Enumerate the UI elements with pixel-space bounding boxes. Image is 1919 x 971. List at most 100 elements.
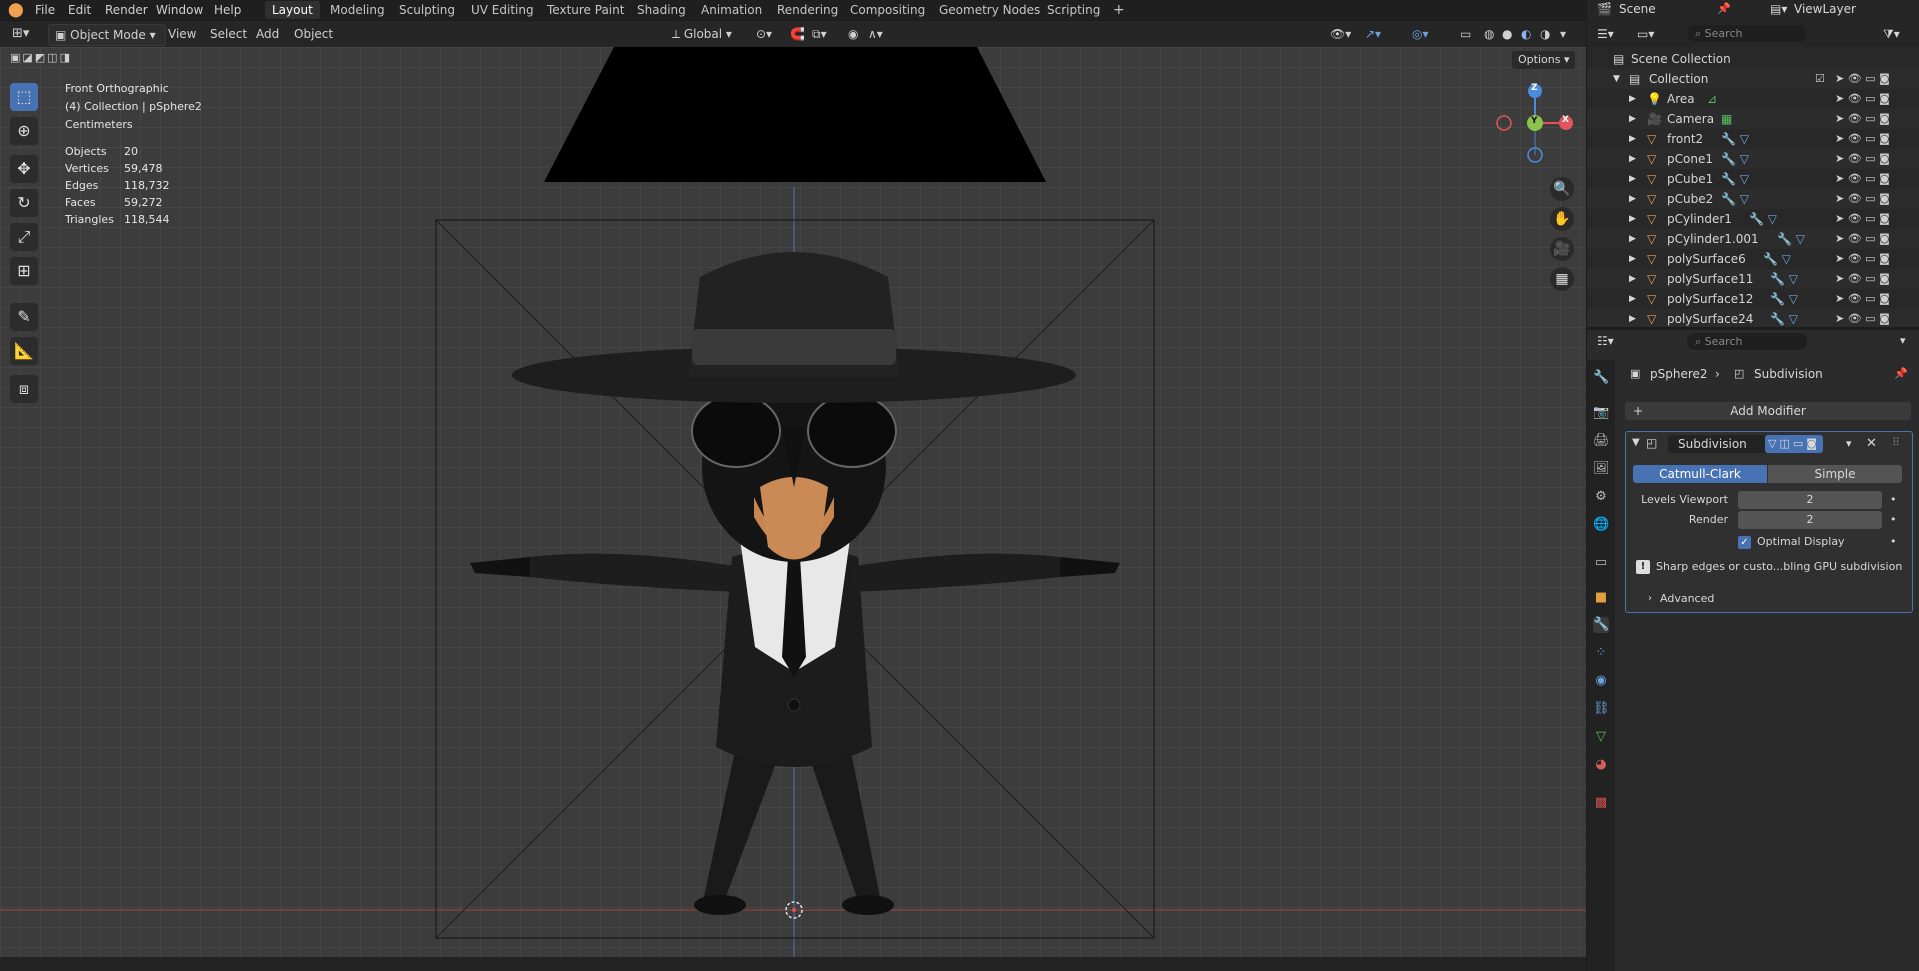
outliner-row-object[interactable]: ▶ ▽ pCube2 🔧 ▽ ➤ 👁 ▭ ◙ xyxy=(1587,189,1919,209)
properties-search-input[interactable]: ⌕ Search xyxy=(1687,333,1807,350)
checkbox-icon[interactable]: ☑ xyxy=(1815,69,1825,89)
visibility-icons[interactable]: ➤ 👁 ▭ ◙ xyxy=(1835,309,1890,327)
catmull-clark-button[interactable]: Catmull-Clark xyxy=(1633,465,1767,483)
pin-icon[interactable]: 📌 xyxy=(1894,367,1908,380)
texture-tab-icon[interactable]: ▩ xyxy=(1593,795,1609,811)
outliner-row-object[interactable]: ▶ ▽ polySurface6 🔧 ▽ ➤ 👁 ▭ ◙ xyxy=(1587,249,1919,269)
modifier-dropdown-icon[interactable]: ▾ xyxy=(1846,437,1852,450)
visibility-icons[interactable]: ➤ 👁 ▭ ◙ xyxy=(1835,189,1890,209)
snap-icon[interactable]: 🧲 xyxy=(790,24,805,44)
shading-material-icon[interactable]: ◐ xyxy=(1521,24,1531,44)
gizmo-y-label[interactable]: Y xyxy=(1531,116,1538,126)
modifier-and-mesh-data-icon[interactable]: 🔧 ▽ xyxy=(1777,229,1805,249)
menu-file[interactable]: File xyxy=(35,0,55,20)
pivot-point-icon[interactable]: ⊙▾ xyxy=(756,24,772,44)
data-tab-icon[interactable]: ▽ xyxy=(1593,729,1609,745)
scene-icon[interactable]: 🎬 xyxy=(1597,2,1612,16)
menu-object[interactable]: Object xyxy=(294,24,333,44)
expand-arrow-icon[interactable]: ▼ xyxy=(1613,69,1620,89)
outliner-editor-icon[interactable]: ☰▾ xyxy=(1597,27,1614,41)
outliner-row-object[interactable]: ▶ ▽ polySurface24 🔧 ▽ ➤ 👁 ▭ ◙ xyxy=(1587,309,1919,327)
scale-tool-icon[interactable]: ⤢ xyxy=(10,223,38,251)
modifier-tab-icon[interactable]: 🔧 xyxy=(1593,617,1609,633)
modifier-display-toggles-icon[interactable]: ▽◫▭◙ xyxy=(1765,435,1823,453)
select-mode-icons[interactable]: ▣◪◩◫◨ xyxy=(10,51,100,67)
3d-viewport[interactable]: Z X Y ▣◪◩◫◨ ⬚ ⊕ ✥ ↻ ⤢ ⊞ ✎ 📐 ⧈ Front Orth… xyxy=(0,47,1586,957)
physics-tab-icon[interactable]: ◉ xyxy=(1593,673,1609,689)
shading-rendered-icon[interactable]: ◑ xyxy=(1540,24,1550,44)
gizmo-z-label[interactable]: Z xyxy=(1531,83,1538,93)
view-layer-icon[interactable]: ▤▾ xyxy=(1770,2,1787,16)
simple-button[interactable]: Simple xyxy=(1768,465,1902,483)
menu-view[interactable]: View xyxy=(168,24,196,44)
object-tab-icon[interactable]: ■ xyxy=(1593,590,1609,606)
collection-tab-icon[interactable]: ▭ xyxy=(1593,555,1609,571)
tab-shading[interactable]: Shading xyxy=(630,1,693,19)
add-cube-tool-icon[interactable]: ⧈ xyxy=(10,375,38,403)
outliner-row-object[interactable]: ▶ 💡 Area ⊿ ➤ 👁 ▭ ◙ xyxy=(1587,89,1919,109)
close-icon[interactable]: ✕ xyxy=(1866,436,1877,451)
view-layer-tab-icon[interactable]: 🖼 xyxy=(1593,461,1610,477)
overlay-toggle-icon[interactable]: ◎▾ xyxy=(1412,24,1429,44)
render-levels-field[interactable]: 2 xyxy=(1738,511,1882,529)
scene-name[interactable]: Scene xyxy=(1619,2,1656,16)
expand-arrow-icon[interactable]: ▶ xyxy=(1629,169,1636,189)
visibility-icon[interactable]: 👁▾ xyxy=(1330,24,1351,44)
proportional-edit-icon[interactable]: ◉ xyxy=(848,24,858,44)
tab-rendering[interactable]: Rendering xyxy=(770,1,845,19)
tool-tab-icon[interactable]: 🔧 xyxy=(1593,370,1609,386)
visibility-icons[interactable]: ➤ 👁 ▭ ◙ xyxy=(1835,129,1890,149)
camera-view-icon[interactable]: 🎥 xyxy=(1550,237,1574,261)
keyframe-dot-icon[interactable]: • xyxy=(1890,491,1897,509)
expand-arrow-icon[interactable]: ▶ xyxy=(1629,189,1636,209)
menu-edit[interactable]: Edit xyxy=(68,0,91,20)
object-data-icon[interactable]: ⊿ xyxy=(1707,89,1717,109)
optimal-display-checkbox[interactable]: ✓ xyxy=(1738,536,1751,549)
properties-editor-icon[interactable]: ☷▾ xyxy=(1597,334,1614,348)
visibility-icons[interactable]: ➤ 👁 ▭ ◙ xyxy=(1835,69,1890,89)
visibility-icons[interactable]: ➤ 👁 ▭ ◙ xyxy=(1835,269,1890,289)
collapse-arrow-icon[interactable]: ▼ xyxy=(1632,437,1640,448)
display-mode-icon[interactable]: ▭▾ xyxy=(1637,27,1654,41)
rotate-tool-icon[interactable]: ↻ xyxy=(10,189,38,217)
expand-arrow-icon[interactable]: ▶ xyxy=(1629,229,1636,249)
view-layer-name[interactable]: ViewLayer xyxy=(1794,2,1856,16)
shading-options-icon[interactable]: ▾ xyxy=(1560,24,1566,44)
visibility-icons[interactable]: ➤ 👁 ▭ ◙ xyxy=(1835,209,1890,229)
tab-geometry-nodes[interactable]: Geometry Nodes xyxy=(932,1,1047,19)
falloff-icon[interactable]: ∧▾ xyxy=(868,24,883,44)
modifier-and-mesh-data-icon[interactable]: 🔧 ▽ xyxy=(1721,169,1749,189)
expand-arrow-icon[interactable]: ▶ xyxy=(1629,149,1636,169)
visibility-icons[interactable]: ➤ 👁 ▭ ◙ xyxy=(1835,249,1890,269)
expand-arrow-icon[interactable]: ▶ xyxy=(1629,109,1636,129)
outliner-row-object[interactable]: ▶ ▽ front2 🔧 ▽ ➤ 👁 ▭ ◙ xyxy=(1587,129,1919,149)
expand-arrow-icon[interactable]: ▶ xyxy=(1629,309,1636,327)
add-modifier-button[interactable]: + Add Modifier xyxy=(1625,402,1911,420)
blender-logo-icon[interactable]: ⬤ xyxy=(8,0,24,20)
move-tool-icon[interactable]: ✥ xyxy=(10,155,38,183)
tab-texture-paint[interactable]: Texture Paint xyxy=(540,1,631,19)
world-tab-icon[interactable]: 🌐 xyxy=(1593,517,1609,533)
tab-scripting[interactable]: Scripting xyxy=(1040,1,1107,19)
tab-uv-editing[interactable]: UV Editing xyxy=(464,1,541,19)
menu-help[interactable]: Help xyxy=(214,0,241,20)
object-data-icon[interactable]: ▦ xyxy=(1721,109,1732,129)
drag-handle-icon[interactable]: ⠿ xyxy=(1892,436,1900,449)
modifier-and-mesh-data-icon[interactable]: 🔧 ▽ xyxy=(1721,189,1749,209)
annotate-tool-icon[interactable]: ✎ xyxy=(10,303,38,331)
menu-add[interactable]: Add xyxy=(256,24,279,44)
gizmo-x-label[interactable]: X xyxy=(1562,115,1569,125)
expand-arrow-icon[interactable]: ▶ xyxy=(1629,89,1636,109)
properties-options-icon[interactable]: ▾ xyxy=(1900,334,1906,347)
tab-sculpting[interactable]: Sculpting xyxy=(392,1,462,19)
menu-select[interactable]: Select xyxy=(210,24,247,44)
grid-view-icon[interactable]: ▦ xyxy=(1550,267,1574,291)
pin-icon[interactable]: 📌 xyxy=(1717,2,1731,15)
tab-animation[interactable]: Animation xyxy=(694,1,769,19)
modifier-and-mesh-data-icon[interactable]: 🔧 ▽ xyxy=(1749,209,1777,229)
output-tab-icon[interactable]: 🖨 xyxy=(1593,433,1610,449)
outliner-row-object[interactable]: ▶ ▽ polySurface12 🔧 ▽ ➤ 👁 ▭ ◙ xyxy=(1587,289,1919,309)
select-box-tool-icon[interactable]: ⬚ xyxy=(10,83,38,111)
transform-orientation-dropdown[interactable]: ⟂ Global ▾ xyxy=(672,24,732,44)
expand-arrow-icon[interactable]: ▶ xyxy=(1629,129,1636,149)
